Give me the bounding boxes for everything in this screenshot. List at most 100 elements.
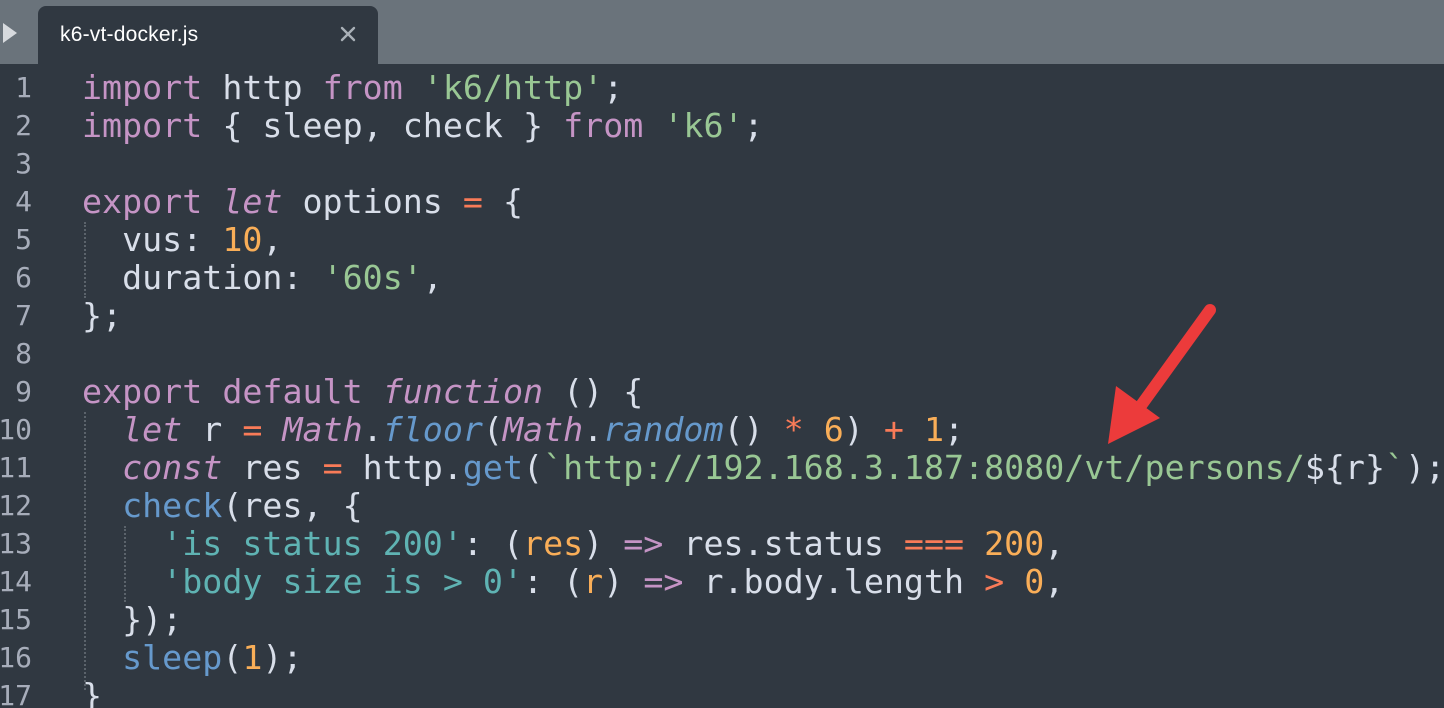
code-token: ; bbox=[603, 68, 624, 107]
code-line[interactable]: 'is status 200': (res) => res.status ===… bbox=[82, 525, 1064, 563]
code-token: r bbox=[583, 562, 604, 601]
line-number: 2 bbox=[15, 109, 32, 142]
code-line[interactable]: }; bbox=[82, 297, 122, 335]
code-token: = bbox=[322, 448, 343, 487]
code-token: . bbox=[583, 410, 604, 449]
code-line[interactable]: import { sleep, check } from 'k6'; bbox=[82, 107, 764, 145]
code-token: duration: bbox=[82, 258, 323, 297]
close-icon[interactable] bbox=[336, 22, 360, 46]
code-token: + bbox=[883, 410, 904, 449]
code-line[interactable]: vus: 10, bbox=[82, 221, 282, 259]
tab-title: k6-vt-docker.js bbox=[60, 23, 199, 46]
code-line[interactable]: let r = Math.floor(Math.random() * 6) + … bbox=[82, 411, 964, 449]
code-token: options bbox=[282, 182, 463, 221]
line-number: 9 bbox=[15, 375, 32, 408]
line-number: 12 bbox=[0, 489, 32, 522]
line-number: 13 bbox=[0, 527, 32, 560]
code-token: = bbox=[242, 410, 263, 449]
code-token: ; bbox=[944, 410, 965, 449]
code-token: let bbox=[222, 182, 283, 221]
code-token: 'k6/http' bbox=[422, 68, 604, 107]
code-token: . bbox=[362, 410, 383, 449]
code-token: res bbox=[222, 448, 323, 487]
code-token: vus: bbox=[82, 220, 223, 259]
code-token: export bbox=[82, 372, 203, 411]
code-token: get bbox=[462, 448, 524, 487]
code-line[interactable]: sleep(1); bbox=[82, 638, 302, 677]
line-number: 14 bbox=[0, 565, 32, 598]
code-token: `http://192.168.3.187:8080/vt/persons/ bbox=[543, 448, 1305, 487]
line-number: 15 bbox=[0, 603, 32, 636]
code-token: 'is status 200' bbox=[162, 524, 463, 563]
code-token: => bbox=[623, 524, 664, 563]
code-token: import bbox=[82, 68, 203, 107]
code-token: ) bbox=[843, 410, 884, 449]
editor-window: k6-vt-docker.js 1 2 3 4 5 6 7 8 9 10 11 12 13 14 15 16 1… bbox=[0, 0, 1444, 708]
indent-guide bbox=[124, 526, 126, 602]
code-token: ) bbox=[603, 562, 644, 601]
code-token: res bbox=[523, 524, 584, 563]
code-token: http bbox=[202, 68, 323, 107]
code-token: r bbox=[182, 410, 243, 449]
play-triangle-icon[interactable] bbox=[0, 20, 22, 46]
code-token: ( bbox=[523, 448, 544, 487]
code-token: let bbox=[122, 410, 183, 449]
code-token: > bbox=[984, 562, 1005, 601]
line-number: 8 bbox=[15, 337, 32, 370]
code-token: { sleep, check } bbox=[202, 106, 564, 145]
code-token: 6 bbox=[823, 410, 844, 449]
code-token: { bbox=[482, 182, 524, 221]
code-token: (res, { bbox=[222, 486, 363, 525]
line-number: 4 bbox=[15, 185, 32, 218]
code-token: , bbox=[422, 258, 443, 297]
line-number: 6 bbox=[15, 261, 32, 294]
code-token: sleep bbox=[122, 638, 223, 677]
code-line[interactable]: check(res, { bbox=[82, 487, 363, 525]
indent-guide bbox=[84, 412, 86, 690]
code-token: * bbox=[783, 410, 804, 449]
code-token: '60s' bbox=[322, 258, 423, 297]
line-number: 1 bbox=[15, 71, 32, 104]
code-line[interactable]: import http from 'k6/http'; bbox=[82, 69, 623, 107]
code-token: () { bbox=[543, 372, 644, 411]
code-token: ${r} bbox=[1304, 448, 1386, 487]
code-token: check bbox=[122, 486, 223, 525]
code-token: http. bbox=[342, 448, 463, 487]
code-token: ; bbox=[743, 106, 764, 145]
code-line[interactable]: duration: '60s', bbox=[82, 259, 443, 297]
code-line[interactable]: export let options = { bbox=[82, 183, 523, 221]
code-token: () bbox=[723, 410, 784, 449]
code-token: Math bbox=[282, 410, 363, 449]
code-token: ); bbox=[1405, 448, 1444, 487]
code-line[interactable]: 'body size is > 0': (r) => r.body.length… bbox=[82, 563, 1064, 601]
code-token: = bbox=[462, 182, 483, 221]
code-token: from bbox=[322, 68, 403, 107]
code-token: ` bbox=[1385, 448, 1406, 487]
code-token: ( bbox=[482, 410, 503, 449]
code-token: import bbox=[82, 106, 203, 145]
code-line[interactable]: }); bbox=[82, 601, 182, 639]
line-number: 16 bbox=[0, 641, 32, 674]
code-token: 1 bbox=[923, 410, 945, 449]
code-line[interactable]: const res = http.get(`http://192.168.3.1… bbox=[82, 449, 1444, 487]
code-token: ) bbox=[583, 524, 624, 563]
code-token: 200 bbox=[984, 524, 1045, 563]
code-line[interactable]: export default function () { bbox=[82, 373, 643, 411]
tab-k6-vt-docker[interactable]: k6-vt-docker.js bbox=[38, 6, 378, 64]
code-token: r.body.length bbox=[683, 562, 985, 601]
code-token: : ( bbox=[462, 524, 524, 563]
line-number: 7 bbox=[15, 299, 32, 332]
code-token: res.status bbox=[663, 524, 904, 563]
code-token: : ( bbox=[523, 562, 584, 601]
